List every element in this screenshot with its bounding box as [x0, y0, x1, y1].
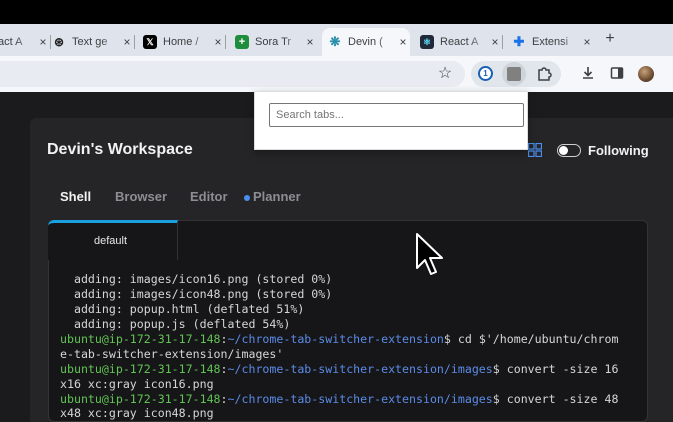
search-tabs-input[interactable]: [269, 103, 524, 127]
tab-close-icon[interactable]: ×: [303, 35, 317, 49]
planner-status-dot: [244, 195, 250, 201]
tab-close-icon[interactable]: ×: [580, 35, 594, 49]
new-tab-icon[interactable]: +: [602, 30, 618, 48]
tab-close-icon[interactable]: ×: [36, 35, 50, 49]
browser-tab-text-gen[interactable]: ⊛ Text ge ×: [50, 28, 135, 56]
tab-editor[interactable]: Editor: [190, 189, 228, 204]
browser-tab-strip: React A × ⊛ Text ge × 𝕏 Home / × + Sora …: [0, 24, 673, 56]
prompt-command: $ convert -size 16: [492, 362, 619, 376]
terminal-line: adding: popup.js (deflated 54%): [60, 317, 291, 331]
terminal-prompt-line: ubuntu@ip-172-31-17-148:~/chrome-tab-swi…: [60, 392, 619, 406]
terminal-line: adding: images/icon48.png (stored 0%): [60, 287, 333, 301]
prompt-path: ~/chrome-tab-switcher-extension/images: [227, 392, 493, 406]
following-label: Following: [588, 143, 649, 158]
tab-title: Extensi: [532, 36, 569, 48]
tab-close-icon[interactable]: ×: [120, 35, 134, 49]
prompt-user: ubuntu@ip-172-31-17-148: [60, 362, 221, 376]
openai-icon: ⊛: [53, 35, 65, 49]
prompt-command: $ cd $'/home/ubuntu/chrom: [443, 332, 619, 346]
screen-top-bar: [0, 0, 673, 24]
tab-close-icon[interactable]: ×: [396, 35, 410, 49]
prompt-user: ubuntu@ip-172-31-17-148: [60, 392, 221, 406]
tab-title: Home /: [163, 36, 199, 48]
devin-icon: ❋: [329, 34, 341, 49]
terminal-line: x48 xc:gray icon48.png: [60, 406, 214, 420]
toggle-knob: [559, 146, 568, 155]
bookmark-star-icon[interactable]: ☆: [435, 63, 455, 83]
tab-browser[interactable]: Browser: [115, 189, 167, 204]
browser-tab-react-2[interactable]: ⚛ React A ×: [418, 28, 503, 56]
terminal-line: adding: popup.html (deflated 51%): [60, 302, 305, 316]
terminal-line: e-tab-switcher-extension/images': [60, 347, 284, 361]
terminal-line: x16 xc:gray icon16.png: [60, 377, 214, 391]
onepassword-icon[interactable]: 1: [478, 66, 493, 81]
tab-shell[interactable]: Shell: [60, 189, 91, 204]
extensions-puzzle-icon[interactable]: [534, 63, 554, 83]
grid-view-icon[interactable]: [528, 143, 542, 157]
browser-tab-home-x[interactable]: 𝕏 Home / ×: [141, 28, 226, 56]
terminal-prompt-line: ubuntu@ip-172-31-17-148:~/chrome-tab-swi…: [60, 332, 619, 346]
prompt-path: ~/chrome-tab-switcher-extension: [227, 332, 444, 346]
terminal-prompt-line: ubuntu@ip-172-31-17-148:~/chrome-tab-swi…: [60, 362, 619, 376]
following-toggle[interactable]: [557, 144, 581, 157]
tab-title: Sora Tr: [255, 36, 292, 48]
tab-title: React A: [440, 36, 479, 48]
workspace-title: Devin's Workspace: [47, 141, 193, 158]
tab-close-icon[interactable]: ×: [488, 35, 502, 49]
browser-tab-sora[interactable]: + Sora Tr ×: [233, 28, 317, 56]
react-icon: ⚛: [420, 35, 434, 49]
x-logo-icon: 𝕏: [143, 35, 157, 49]
tab-close-icon[interactable]: ×: [211, 35, 225, 49]
tab-title: Devin (: [348, 36, 383, 48]
browser-tab-devin-active[interactable]: ❋ Devin ( ×: [322, 28, 410, 56]
gray-extension-icon: [507, 67, 521, 81]
tab-title: React A: [0, 36, 23, 48]
sheets-icon: +: [235, 35, 249, 49]
profile-avatar[interactable]: [638, 66, 654, 82]
download-icon[interactable]: [578, 63, 598, 83]
puzzle-icon: ✚: [513, 34, 525, 49]
terminal-line: adding: images/icon16.png (stored 0%): [60, 272, 333, 286]
browser-tab-react-1[interactable]: React A ×: [0, 28, 51, 56]
side-panel-icon[interactable]: [607, 63, 627, 83]
tab-planner[interactable]: Planner: [253, 189, 301, 204]
prompt-path: ~/chrome-tab-switcher-extension/images: [227, 362, 493, 376]
address-bar[interactable]: [0, 61, 465, 87]
prompt-command: $ convert -size 48: [492, 392, 619, 406]
tab-title: Text ge: [72, 36, 108, 48]
browser-tab-extensions[interactable]: ✚ Extensi ×: [510, 28, 594, 56]
terminal-tab-label: default: [94, 235, 128, 247]
prompt-user: ubuntu@ip-172-31-17-148: [60, 332, 221, 346]
mouse-cursor-icon: [416, 233, 443, 275]
